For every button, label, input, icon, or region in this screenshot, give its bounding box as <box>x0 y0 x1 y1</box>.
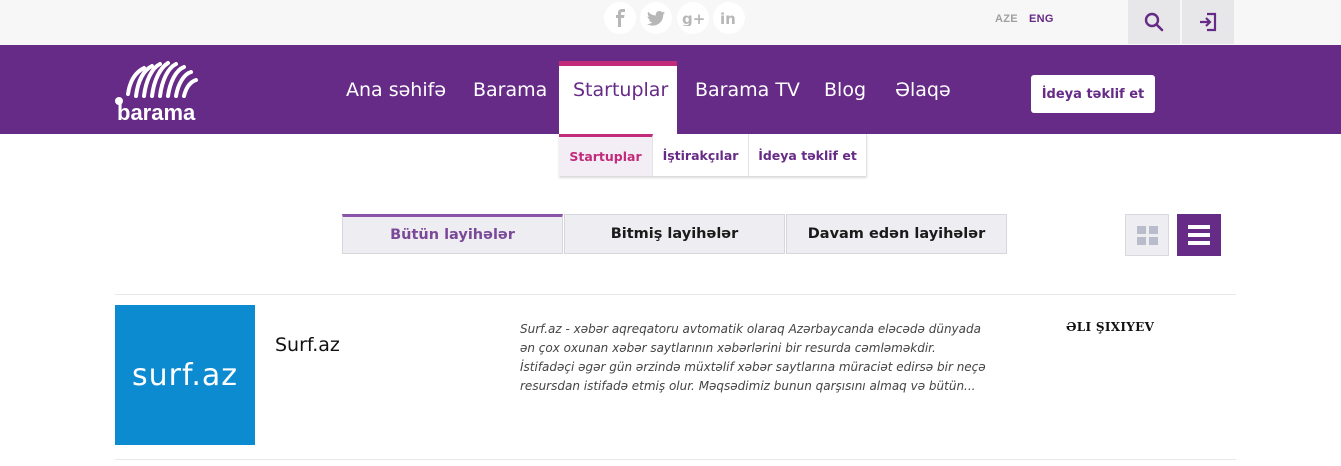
list-icon <box>1188 225 1210 245</box>
divider <box>115 459 1236 460</box>
tab-finished-projects[interactable]: Bitmiş layihələr <box>564 214 785 254</box>
facebook-icon[interactable] <box>604 2 636 34</box>
subnav-suggest-idea[interactable]: İdeya təklif et <box>749 134 867 176</box>
project-description: Surf.az - xəbər aqreqatoru avtomatik ola… <box>520 322 986 393</box>
grid-icon <box>1137 226 1158 245</box>
twitter-icon[interactable] <box>640 2 672 34</box>
project-author: ƏLI ŞIXIYEV <box>1066 320 1155 334</box>
login-button[interactable] <box>1182 0 1234 44</box>
nav-item-barama[interactable]: Barama <box>473 79 547 101</box>
project-filter-tabs: Bütün layihələr Bitmiş layihələr Davam e… <box>342 214 1008 254</box>
project-thumbnail[interactable]: surf.az <box>115 305 255 445</box>
tab-ongoing-projects[interactable]: Davam edən layihələr <box>786 214 1007 254</box>
suggest-idea-button[interactable]: İdeya təklif et <box>1031 75 1155 113</box>
linkedin-icon[interactable]: in <box>713 2 745 34</box>
grid-view-button[interactable] <box>1125 214 1169 256</box>
nav-item-home[interactable]: Ana səhifə <box>346 79 446 101</box>
language-aze[interactable]: AZE <box>995 13 1018 25</box>
search-button[interactable] <box>1128 0 1180 44</box>
top-bar: g+ in AZE ENG <box>0 0 1341 45</box>
nav-item-blog[interactable]: Blog <box>824 79 866 101</box>
subnav-participants[interactable]: İştirakçılar <box>653 134 749 176</box>
project-title[interactable]: Surf.az <box>275 334 340 356</box>
barama-logo[interactable]: barama <box>114 60 206 125</box>
login-icon <box>1200 12 1217 32</box>
main-header: barama Ana səhifə Barama Startuplar Bara… <box>0 45 1341 134</box>
sub-navigation: Startuplar İştirakçılar İdeya təklif et <box>559 134 867 176</box>
nav-item-contact[interactable]: Əlaqə <box>895 79 951 101</box>
search-icon <box>1144 12 1164 32</box>
nav-item-barama-tv[interactable]: Barama TV <box>695 79 800 101</box>
language-eng[interactable]: ENG <box>1029 13 1054 25</box>
subnav-startuplar[interactable]: Startuplar <box>559 134 653 176</box>
nav-item-startuplar-label: Startuplar <box>573 79 669 101</box>
logo-text: barama <box>117 100 196 122</box>
divider <box>115 294 1236 295</box>
list-view-button[interactable] <box>1177 214 1221 256</box>
svg-text:g+: g+ <box>682 10 704 26</box>
tab-all-projects[interactable]: Bütün layihələr <box>342 214 563 254</box>
nav-item-startuplar[interactable]: Startuplar <box>559 61 677 134</box>
google-plus-icon[interactable]: g+ <box>677 2 709 34</box>
svg-text:in: in <box>720 10 736 26</box>
